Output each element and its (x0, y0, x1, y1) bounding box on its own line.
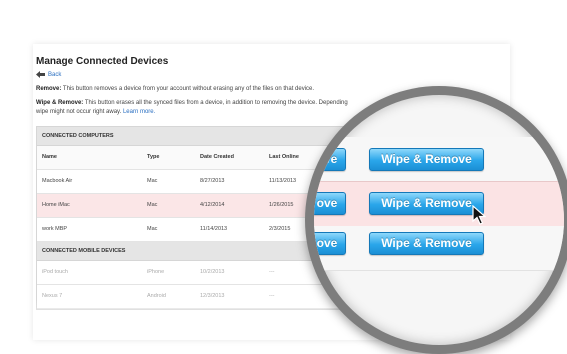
device-created: 4/12/2014 (200, 202, 225, 208)
magnified-row: ove Wipe & Remove (314, 226, 564, 271)
learn-more-link[interactable]: Learn more. (123, 109, 155, 115)
remove-description: Remove: This button removes a device fro… (36, 86, 314, 92)
remove-desc-label: Remove: (36, 86, 62, 92)
mouse-pointer-icon (472, 205, 486, 225)
device-name: iPod touch (42, 269, 68, 275)
device-last-online: 11/13/2013 (269, 178, 297, 184)
screenshot-canvas: Manage Connected Devices Back Remove: Th… (0, 0, 567, 354)
remove-button[interactable]: ove (314, 148, 346, 171)
device-last-online: 1/26/2015 (269, 202, 294, 208)
device-last-online: 2/3/2015 (269, 226, 291, 232)
device-last-online: --- (269, 269, 275, 275)
device-created: 11/14/2013 (200, 226, 228, 232)
back-arrow-icon (36, 71, 45, 78)
wipe-remove-button[interactable]: Wipe & Remove (369, 232, 484, 255)
wipe-description-line2: wipe might not occur right away. Learn m… (36, 109, 155, 115)
wipe-remove-button[interactable]: Wipe & Remove (369, 192, 484, 215)
back-label: Back (48, 71, 62, 78)
wipe-remove-button[interactable]: Wipe & Remove (369, 148, 484, 171)
device-created: 8/27/2013 (200, 178, 225, 184)
device-type: Mac (147, 202, 158, 208)
magnifier-lens: ove Wipe & Remove ove Wipe & Remove ove … (314, 95, 564, 345)
device-type: Mac (147, 226, 158, 232)
device-type: iPhone (147, 269, 165, 275)
device-name: Macbook Air (42, 178, 73, 184)
wipe-desc-label: Wipe & Remove: (36, 100, 84, 106)
remove-button[interactable]: ove (314, 232, 346, 255)
remove-desc-text: This button removes a device from your a… (62, 86, 315, 92)
page-title: Manage Connected Devices (36, 56, 169, 67)
wipe-desc-text-2: wipe might not occur right away. (36, 109, 122, 115)
name-column-header: Name (42, 154, 57, 160)
date-created-column-header: Date Created (200, 154, 234, 160)
device-created: 10/2/2013 (200, 269, 225, 275)
type-column-header: Type (147, 154, 160, 160)
device-type: Mac (147, 178, 158, 184)
remove-button[interactable]: ove (314, 192, 346, 215)
magnified-row-highlighted: ove Wipe & Remove (314, 181, 564, 227)
magnified-row: ove Wipe & Remove (314, 137, 564, 182)
wipe-desc-text: This button erases all the synced files … (84, 100, 348, 106)
back-link[interactable]: Back (36, 71, 61, 78)
wipe-description: Wipe & Remove: This button erases all th… (36, 100, 348, 106)
device-name: work MBP (42, 226, 68, 232)
device-name: Home iMac (42, 202, 70, 208)
last-online-column-header: Last Online (269, 154, 299, 160)
